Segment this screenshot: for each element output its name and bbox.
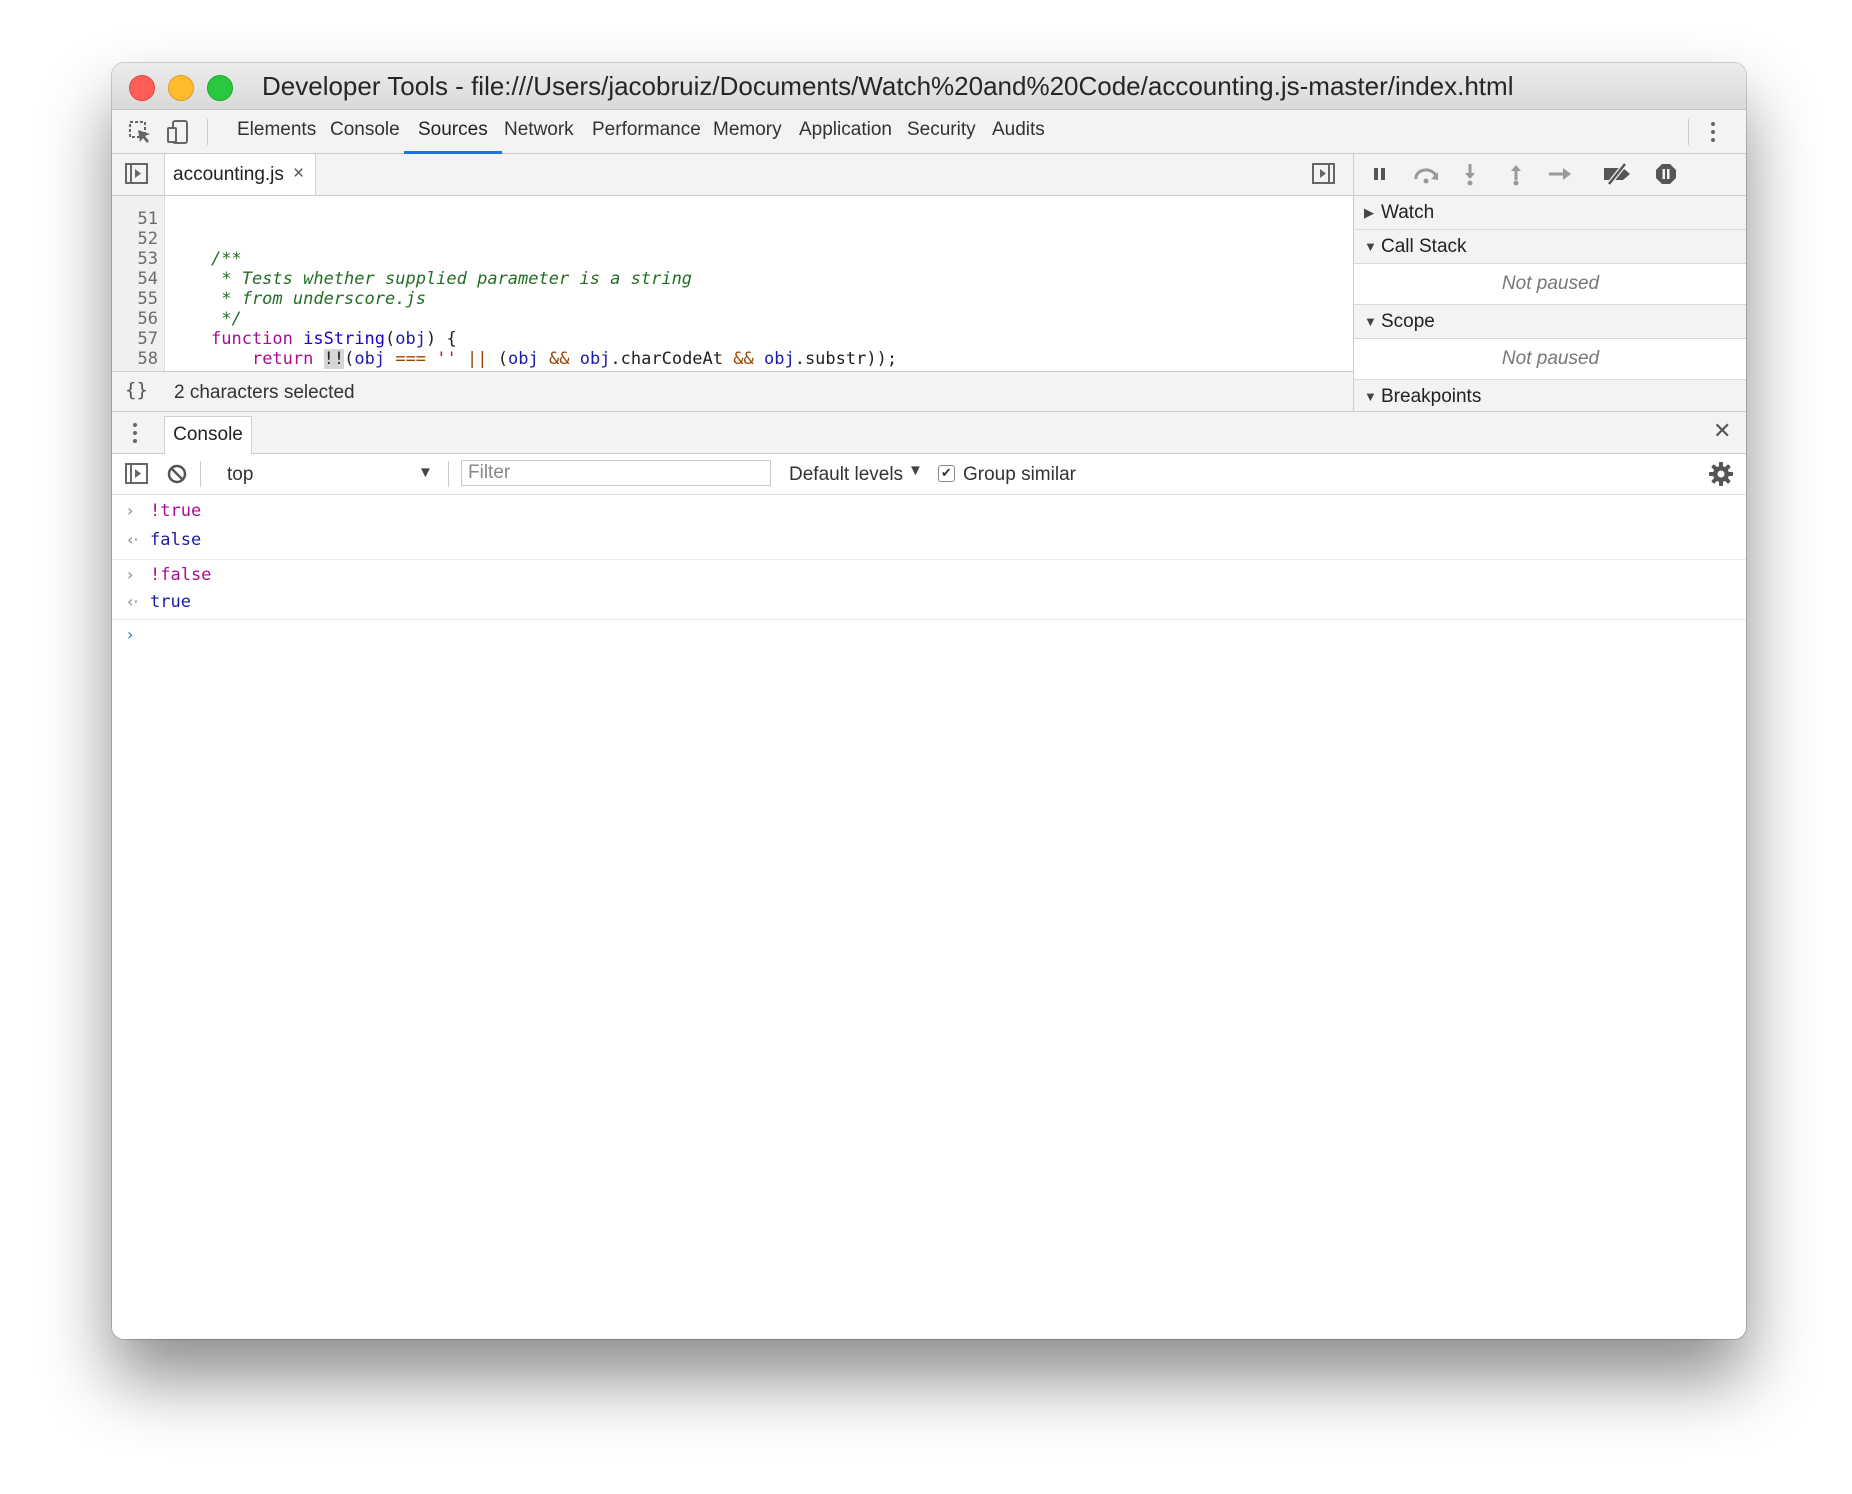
debugger-sidebar: ▶ Watch ▼ Call Stack Not paused ▼ Scope … xyxy=(1353,154,1746,411)
context-value: top xyxy=(227,464,254,485)
group-similar-checkbox[interactable]: ✔ xyxy=(938,465,955,482)
tab-network[interactable]: Network xyxy=(504,110,574,151)
tab-security[interactable]: Security xyxy=(907,110,976,151)
toolbar-divider xyxy=(207,119,208,145)
toggle-navigator-icon[interactable] xyxy=(124,161,152,189)
expanded-arrow-icon: ▼ xyxy=(1364,314,1377,329)
pause-icon[interactable] xyxy=(1368,162,1392,186)
pane-label: Watch xyxy=(1381,202,1435,223)
clear-console-icon[interactable] xyxy=(165,462,193,490)
drawer-menu-icon[interactable] xyxy=(132,423,138,447)
tab-memory[interactable]: Memory xyxy=(713,110,782,151)
close-file-tab-icon[interactable]: × xyxy=(293,163,304,185)
file-tab-label: accounting.js xyxy=(173,164,284,185)
tab-sources[interactable]: Sources xyxy=(404,110,502,154)
drawer-tab-console[interactable]: Console xyxy=(164,416,252,454)
console-output[interactable]: › !true ‹· false › !false ‹· true › xyxy=(112,495,1746,1339)
maximize-window-button[interactable] xyxy=(207,75,233,101)
message-text: true xyxy=(150,592,191,612)
pane-watch[interactable]: ▶ Watch xyxy=(1354,196,1746,230)
pane-label: Breakpoints xyxy=(1381,386,1482,407)
input-arrow-icon: › xyxy=(127,501,134,520)
message-text: !false xyxy=(150,565,212,585)
devtools-window: Developer Tools - file:///Users/jacobrui… xyxy=(112,63,1746,1339)
toolbar-divider xyxy=(448,461,449,487)
editor-tab-bar: accounting.js × xyxy=(112,154,1353,196)
code-line: 57 return !!(obj === '' || (obj && obj.c… xyxy=(112,309,1353,369)
debugger-toolbar xyxy=(1354,154,1746,196)
tab-performance[interactable]: Performance xyxy=(592,110,701,151)
deactivate-breakpoints-icon[interactable] xyxy=(1601,162,1635,186)
log-levels-label: Default levels xyxy=(789,464,904,485)
message-text: false xyxy=(150,530,202,550)
message-divider xyxy=(112,559,1746,560)
code-line: 52 /** xyxy=(112,209,1353,269)
inspect-element-icon[interactable] xyxy=(126,118,154,146)
pane-scope[interactable]: ▼ Scope xyxy=(1354,305,1746,339)
result-arrow-icon: ‹· xyxy=(127,592,139,611)
code-line: 51 xyxy=(112,196,1353,229)
group-similar-label: Group similar xyxy=(963,464,1076,485)
close-drawer-icon[interactable]: ✕ xyxy=(1713,418,1731,444)
context-dropdown-icon: ▼ xyxy=(418,464,433,481)
input-arrow-icon: › xyxy=(127,565,134,584)
pane-breakpoints[interactable]: ▼ Breakpoints xyxy=(1354,380,1746,411)
code-line: 54 * from underscore.js xyxy=(112,249,1353,309)
device-toolbar-icon[interactable] xyxy=(164,118,192,146)
toggle-debugger-icon[interactable] xyxy=(1311,161,1339,189)
pause-on-exceptions-icon[interactable] xyxy=(1654,162,1678,186)
main-toolbar: Elements Console Sources Network Perform… xyxy=(112,110,1746,154)
scope-empty: Not paused xyxy=(1354,339,1746,380)
filter-input[interactable] xyxy=(461,460,771,486)
result-arrow-icon: ‹· xyxy=(127,530,139,549)
step-into-icon[interactable] xyxy=(1458,162,1482,186)
file-tab-accounting-js[interactable]: accounting.js × xyxy=(164,154,316,195)
expanded-arrow-icon: ▼ xyxy=(1364,389,1377,404)
pane-label: Scope xyxy=(1381,311,1435,332)
pane-label: Call Stack xyxy=(1381,236,1467,257)
close-window-button[interactable] xyxy=(129,75,155,101)
code-line: 53 * Tests whether supplied parameter is… xyxy=(112,229,1353,289)
tab-application[interactable]: Application xyxy=(799,110,892,151)
code-line: 56 function isString(obj) { xyxy=(112,289,1353,349)
customize-menu-icon[interactable] xyxy=(1710,122,1716,146)
message-divider xyxy=(112,619,1746,620)
message-text: !true xyxy=(150,501,202,521)
minimize-window-button[interactable] xyxy=(168,75,194,101)
pane-call-stack[interactable]: ▼ Call Stack xyxy=(1354,230,1746,264)
toolbar-divider xyxy=(1688,119,1689,145)
tab-audits[interactable]: Audits xyxy=(992,110,1045,151)
collapsed-arrow-icon: ▶ xyxy=(1364,205,1374,220)
code-line: 55 */ xyxy=(112,269,1353,329)
code-line: 58 } xyxy=(112,329,1353,371)
console-settings-gear-icon[interactable] xyxy=(1708,461,1736,489)
prompt-arrow-icon: › xyxy=(127,625,134,644)
code-editor[interactable]: 51 52 /** 53 * Tests whether supplied pa… xyxy=(112,196,1353,371)
selection-status: 2 characters selected xyxy=(174,382,355,403)
step-over-icon[interactable] xyxy=(1412,162,1438,186)
console-toolbar: top ▼ Default levels ▼ ✔ Group similar xyxy=(112,454,1746,495)
toggle-console-sidebar-icon[interactable] xyxy=(124,461,152,489)
window-title: Developer Tools - file:///Users/jacobrui… xyxy=(262,71,1514,101)
step-icon[interactable] xyxy=(1546,162,1571,186)
expanded-arrow-icon: ▼ xyxy=(1364,239,1377,254)
toolbar-divider xyxy=(200,461,201,487)
call-stack-empty: Not paused xyxy=(1354,264,1746,305)
log-levels-dropdown-icon: ▼ xyxy=(908,462,923,479)
title-bar: Developer Tools - file:///Users/jacobrui… xyxy=(112,63,1746,110)
code-line: 59 xyxy=(112,349,1353,371)
tab-elements[interactable]: Elements xyxy=(237,110,316,151)
drawer-tab-bar: Console ✕ xyxy=(112,411,1746,454)
tab-console[interactable]: Console xyxy=(330,110,400,151)
editor-status-bar: {} 2 characters selected xyxy=(112,371,1353,412)
pretty-print-icon[interactable]: {} xyxy=(125,379,148,401)
step-out-icon[interactable] xyxy=(1504,162,1528,186)
